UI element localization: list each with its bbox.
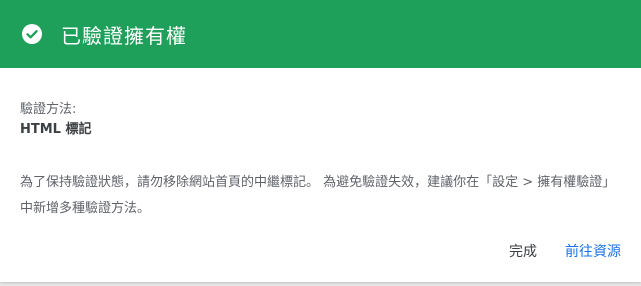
dialog-header: 已驗證擁有權 [0,0,641,68]
dialog-title: 已驗證擁有權 [61,23,187,48]
check-circle-icon [22,24,42,44]
verification-method-value: HTML 標記 [20,122,92,137]
dialog-content: 驗證方法: HTML 標記 為了保持驗證狀態，請勿移除網站首頁的中繼標記。 為避… [0,68,641,222]
go-to-resource-button[interactable]: 前往資源 [565,242,621,262]
verification-method-label: 驗證方法: [20,102,77,117]
verification-message: 為了保持驗證狀態，請勿移除網站首頁的中繼標記。 為避免驗證失效，建議你在「設定 … [20,175,616,216]
verification-dialog: 已驗證擁有權 驗證方法: HTML 標記 為了保持驗證狀態，請勿移除網站首頁的中… [0,0,641,282]
done-button[interactable]: 完成 [509,242,537,262]
dialog-actions: 完成 前往資源 [509,242,621,262]
